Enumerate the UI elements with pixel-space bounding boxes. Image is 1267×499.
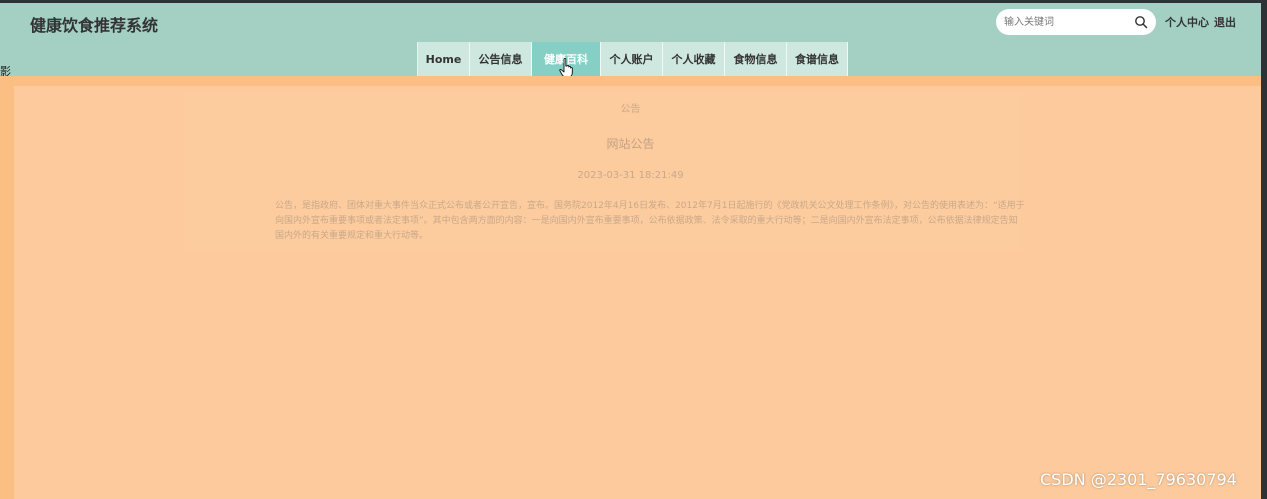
site-title: 健康饮食推荐系统 [30, 16, 159, 35]
watermark: CSDN @2301_79630794 [1040, 470, 1237, 489]
nav-item-food-info[interactable]: 食物信息 [725, 42, 787, 76]
pointer-cursor-icon [559, 58, 573, 78]
nav-item-account[interactable]: 个人账户 [601, 42, 663, 76]
user-center-link[interactable]: 个人中心 [1165, 14, 1209, 30]
announcement-date: 2023-03-31 18:21:49 [577, 170, 684, 181]
breadcrumb: 公告 [620, 104, 641, 115]
nav-item-favorites[interactable]: 个人收藏 [663, 42, 725, 76]
nav-item-home[interactable]: Home [418, 42, 470, 76]
main-nav: Home 公告信息 健康百科 个人账户 个人收藏 食物信息 食谱信息 [417, 42, 848, 76]
nav-item-label: 公告信息 [478, 53, 523, 66]
logout-link[interactable]: 退出 [1214, 14, 1236, 30]
announcement-body: 公告，是指政府、团体对重大事件当众正式公布或者公开宣告，宣布。国务院2012年4… [275, 201, 1025, 241]
search-input[interactable] [1004, 13, 1130, 31]
nav-item-label: 个人收藏 [671, 53, 716, 66]
search-icon[interactable] [1134, 15, 1148, 29]
header-underline-band [0, 76, 1261, 86]
nav-item-announcements[interactable]: 公告信息 [470, 42, 532, 76]
nav-item-label: 食谱信息 [795, 53, 839, 66]
nav-item-label: Home [425, 52, 462, 66]
search-box[interactable] [996, 9, 1156, 35]
nav-item-label: 食物信息 [733, 53, 778, 66]
window-frame-right [1261, 0, 1267, 499]
header-bar: 健康饮食推荐系统 个人中心 退出 Home 公告信息 健康百科 个人账户 个人收… [0, 3, 1261, 76]
nav-item-label: 个人账户 [609, 53, 654, 66]
announcement-title: 网站公告 [606, 137, 655, 151]
nav-item-recipe-info[interactable]: 食谱信息 [787, 42, 848, 76]
